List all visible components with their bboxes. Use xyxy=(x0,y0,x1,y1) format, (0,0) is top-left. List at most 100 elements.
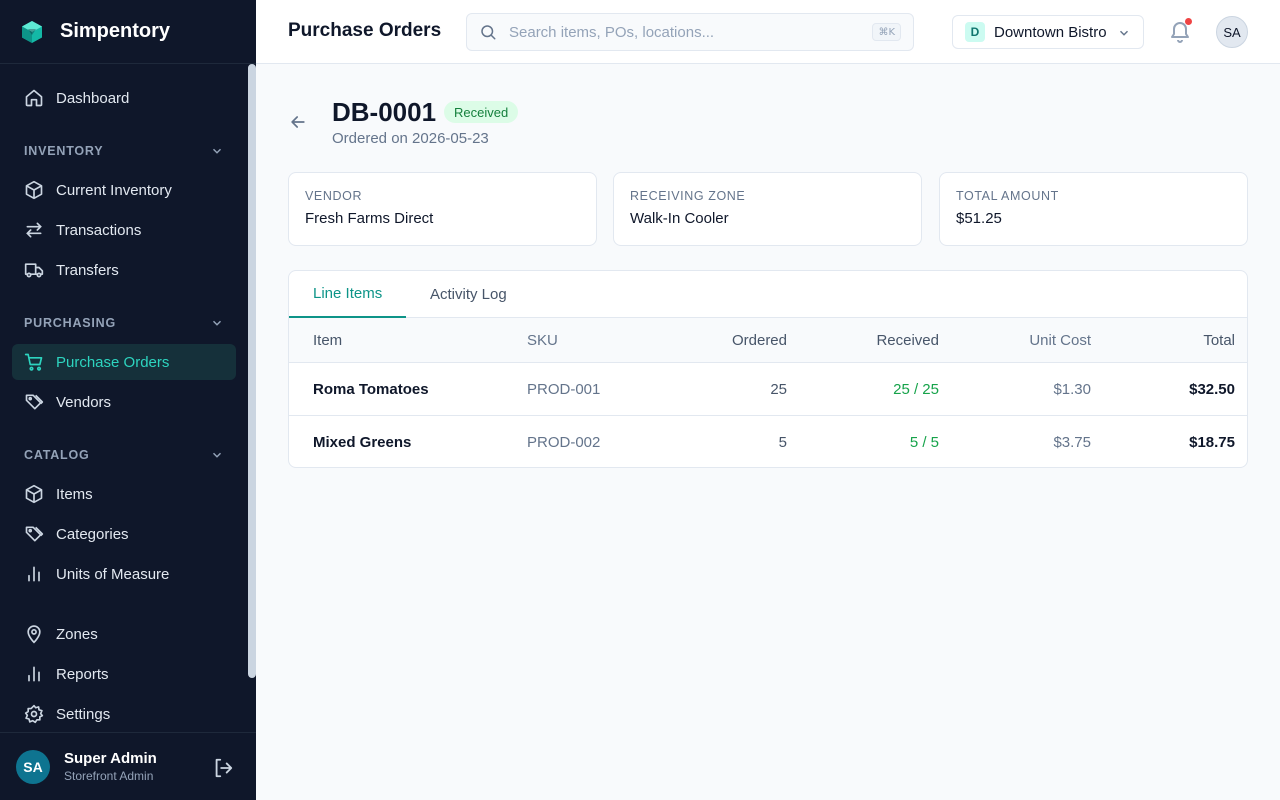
card-label: VENDOR xyxy=(305,189,363,203)
user-role: Storefront Admin xyxy=(64,769,154,783)
avatar[interactable]: SA xyxy=(16,749,50,784)
notification-dot xyxy=(1185,18,1192,25)
line-total: $18.75 xyxy=(1189,433,1235,451)
sidebar-item-label: Current Inventory xyxy=(56,181,172,199)
sidebar-item-label: Settings xyxy=(56,705,111,723)
vendor-card: VENDOR Fresh Farms Direct xyxy=(288,172,597,246)
chevron-down-icon xyxy=(1119,30,1129,36)
received-qty: 25 / 25 xyxy=(893,380,939,398)
tab-activity-log[interactable]: Activity Log xyxy=(430,271,507,318)
sidebar-nav: Dashboard INVENTORY Current Inventory Tr… xyxy=(0,64,256,732)
card-value: $51.25 xyxy=(956,210,1002,227)
ordered-date: Ordered on 2026-05-23 xyxy=(332,130,489,147)
bar-chart-icon xyxy=(24,664,44,684)
user-profile: SA Super Admin Storefront Admin xyxy=(0,732,256,800)
page-title: Purchase Orders xyxy=(288,20,442,41)
sidebar-item-vendors[interactable]: Vendors xyxy=(12,384,236,420)
sidebar-item-label: Transactions xyxy=(56,221,142,239)
main-content: DB-0001 Received Ordered on 2026-05-23 V… xyxy=(256,64,1280,800)
tab-bar: Line Items Activity Log xyxy=(289,271,1247,318)
section-purchasing[interactable]: PURCHASING xyxy=(24,316,224,330)
cart-icon xyxy=(24,352,44,372)
sidebar-item-dashboard[interactable]: Dashboard xyxy=(12,80,236,116)
item-sku: PROD-001 xyxy=(527,380,601,398)
sidebar-item-units-of-measure[interactable]: Units of Measure xyxy=(12,556,236,592)
logout-icon[interactable] xyxy=(212,757,234,779)
box-icon xyxy=(24,484,44,504)
section-catalog[interactable]: CATALOG xyxy=(24,448,224,462)
sidebar-item-purchase-orders[interactable]: Purchase Orders xyxy=(12,344,236,380)
brand[interactable]: Simpentory xyxy=(0,0,256,64)
column-header: Ordered xyxy=(731,331,787,349)
search-bar[interactable]: ⌘K xyxy=(466,13,914,51)
sidebar-item-reports[interactable]: Reports xyxy=(12,656,236,692)
column-header: Total xyxy=(1203,331,1235,349)
line-total: $32.50 xyxy=(1189,380,1235,398)
column-header: Received xyxy=(876,331,939,349)
tags-icon xyxy=(24,524,44,544)
table-header: Item SKU Ordered Received Unit Cost Tota… xyxy=(289,318,1247,363)
user-name: Super Admin xyxy=(64,750,157,767)
table-row[interactable]: Mixed Greens PROD-002 5 5 / 5 $3.75 $18.… xyxy=(289,416,1247,467)
sidebar-item-transfers[interactable]: Transfers xyxy=(12,252,236,288)
logo-icon xyxy=(22,20,42,43)
sidebar-item-label: Transfers xyxy=(56,261,119,279)
column-header: Unit Cost xyxy=(1029,331,1091,349)
back-arrow-icon[interactable] xyxy=(288,112,308,132)
section-label: PURCHASING xyxy=(24,316,117,330)
sidebar-item-settings[interactable]: Settings xyxy=(12,696,236,732)
tab-line-items[interactable]: Line Items xyxy=(289,271,407,318)
chevron-down-icon xyxy=(212,148,222,154)
chevron-down-icon xyxy=(212,452,222,458)
arrows-exchange-icon xyxy=(24,220,44,240)
section-inventory[interactable]: INVENTORY xyxy=(24,144,224,158)
sidebar-item-items[interactable]: Items xyxy=(12,476,236,512)
avatar[interactable]: SA xyxy=(1216,16,1248,48)
search-input[interactable] xyxy=(509,23,869,41)
sidebar: Simpentory Dashboard INVENTORY Current I… xyxy=(0,0,256,800)
app-name: Simpentory xyxy=(60,20,171,42)
sidebar-item-label: Dashboard xyxy=(56,89,130,107)
box-icon xyxy=(24,180,44,200)
card-value: Walk-In Cooler xyxy=(630,210,729,227)
total-amount-card: TOTAL AMOUNT $51.25 xyxy=(939,172,1248,246)
bar-chart-icon xyxy=(24,564,44,584)
truck-icon xyxy=(24,260,44,280)
card-label: RECEIVING ZONE xyxy=(630,189,746,203)
sidebar-item-transactions[interactable]: Transactions xyxy=(12,212,236,248)
location-selector[interactable]: D Downtown Bistro xyxy=(952,15,1144,49)
column-header: Item xyxy=(313,331,343,349)
notifications-button[interactable] xyxy=(1168,18,1192,43)
gear-icon xyxy=(24,704,44,724)
location-name: Downtown Bistro xyxy=(994,23,1107,41)
card-value: Fresh Farms Direct xyxy=(305,210,434,227)
received-qty: 5 / 5 xyxy=(909,433,939,451)
sidebar-item-label: Units of Measure xyxy=(56,565,170,583)
search-shortcut: ⌘K xyxy=(872,23,901,41)
column-header: SKU xyxy=(527,331,558,349)
sidebar-scrollbar[interactable] xyxy=(248,64,256,678)
unit-cost: $1.30 xyxy=(1053,380,1091,398)
top-header: Purchase Orders ⌘K D Downtown Bistro SA xyxy=(256,0,1280,64)
sidebar-item-label: Categories xyxy=(56,525,129,543)
unit-cost: $3.75 xyxy=(1053,433,1091,451)
tags-icon xyxy=(24,392,44,412)
card-label: TOTAL AMOUNT xyxy=(956,189,1059,203)
search-icon xyxy=(481,25,496,40)
sidebar-item-current-inventory[interactable]: Current Inventory xyxy=(12,172,236,208)
sidebar-item-label: Purchase Orders xyxy=(56,353,170,371)
item-sku: PROD-002 xyxy=(527,433,601,451)
item-name: Mixed Greens xyxy=(313,433,412,451)
sidebar-item-zones[interactable]: Zones xyxy=(12,616,236,652)
location-badge: D xyxy=(965,22,985,42)
po-number: DB-0001 xyxy=(332,97,437,127)
table-row[interactable]: Roma Tomatoes PROD-001 25 25 / 25 $1.30 … xyxy=(289,363,1247,416)
receiving-zone-card: RECEIVING ZONE Walk-In Cooler xyxy=(613,172,922,246)
map-pin-icon xyxy=(24,624,44,644)
sidebar-item-categories[interactable]: Categories xyxy=(12,516,236,552)
item-name: Roma Tomatoes xyxy=(313,380,429,398)
sidebar-item-label: Items xyxy=(56,485,93,503)
chevron-down-icon xyxy=(212,320,222,326)
sidebar-item-label: Vendors xyxy=(56,393,112,411)
home-icon xyxy=(24,88,44,108)
